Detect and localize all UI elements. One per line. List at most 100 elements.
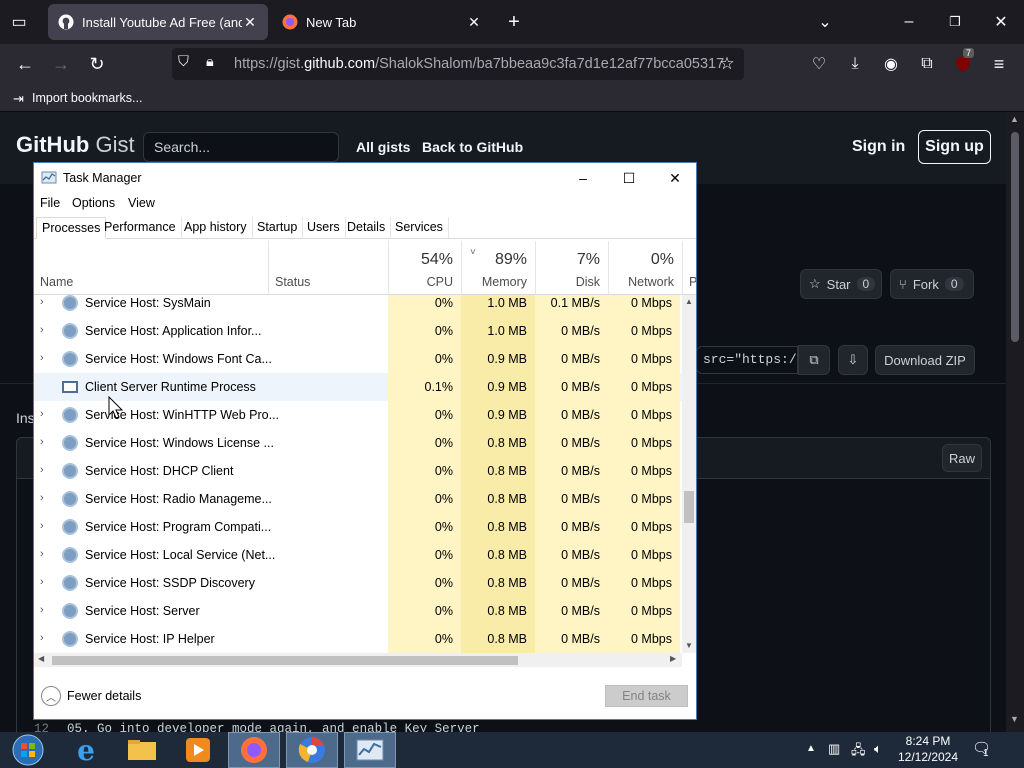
scroll-left-icon[interactable]: ◀ — [38, 654, 44, 663]
menu-file[interactable]: File — [40, 196, 60, 210]
column-disk[interactable]: 7% Disk — [535, 241, 608, 295]
tab-details[interactable]: Details — [342, 217, 392, 239]
chevron-right-icon[interactable]: › — [40, 408, 52, 422]
scroll-right-icon[interactable]: ▶ — [670, 654, 676, 663]
process-row[interactable]: › Service Host: Server 0% 0.8 MB 0 MB/s 0 Mbp… — [34, 597, 682, 625]
column-name[interactable]: Name — [40, 275, 73, 289]
tab-new-tab[interactable]: New Tab ✕ — [272, 4, 492, 40]
process-row[interactable]: › Service Host: Program Compati... 0% 0.8 M… — [34, 513, 682, 541]
column-cpu[interactable]: 54% CPU — [388, 241, 461, 295]
back-arrow-icon[interactable]: ← — [14, 53, 36, 75]
ublock-icon[interactable]: 7 — [952, 48, 975, 75]
chevron-right-icon[interactable]: › — [40, 492, 52, 506]
horizontal-scrollbar[interactable]: ◀ ▶ — [34, 653, 682, 667]
close-icon[interactable]: ✕ — [466, 14, 482, 31]
github-gist-logo[interactable]: GitHub Gist — [16, 132, 135, 158]
close-icon[interactable]: ✕ — [652, 163, 698, 193]
firefox-icon[interactable] — [228, 732, 280, 768]
chevron-right-icon[interactable]: › — [40, 604, 52, 618]
close-window-icon[interactable]: ✕ — [990, 12, 1012, 32]
horizontal-scrollbar-thumb[interactable] — [52, 656, 518, 665]
minimize-icon[interactable]: – — [560, 163, 606, 193]
scroll-down-icon[interactable]: ▼ — [685, 641, 693, 650]
sign-in-link[interactable]: Sign in — [852, 138, 905, 156]
system-clock[interactable]: 8:24 PM 12/12/2024 — [893, 733, 963, 767]
reload-icon[interactable]: ↻ — [86, 53, 108, 75]
tab-services[interactable]: Services — [390, 217, 449, 239]
column-memory[interactable]: ˅ 89% Memory — [461, 241, 535, 295]
tab-startup[interactable]: Startup — [252, 217, 304, 239]
process-row[interactable]: › Service Host: Radio Manageme... 0% 0.8 MB… — [34, 485, 682, 513]
column-network[interactable]: 0% Network — [608, 241, 682, 295]
copy-icon[interactable]: ⧉ — [798, 345, 830, 375]
url-bar[interactable]: ⛉ 🔒︎ https://gist. github.com/ShalokShalo… — [172, 48, 744, 80]
close-icon[interactable]: ✕ — [242, 14, 258, 31]
menu-view[interactable]: View — [128, 196, 155, 210]
tab-users[interactable]: Users — [302, 217, 346, 239]
start-orb-icon[interactable] — [0, 732, 56, 768]
scroll-up-icon[interactable]: ▲ — [1010, 114, 1019, 124]
network-icon[interactable]: 🖧︎ — [851, 741, 866, 763]
bookmark-star-icon[interactable]: ☆ — [716, 53, 738, 75]
internet-explorer-icon[interactable]: e — [60, 732, 112, 768]
process-row[interactable]: › Service Host: DHCP Client 0% 0.8 MB 0 MB/s… — [34, 457, 682, 485]
tab-processes[interactable]: Processes — [36, 217, 107, 239]
show-hidden-icons-icon[interactable]: ▲ — [806, 743, 816, 754]
tab-app-history[interactable]: App history — [179, 217, 253, 239]
lock-icon[interactable]: 🔒︎ — [206, 54, 214, 70]
process-list-scrollbar[interactable]: ▲ ▼ — [682, 295, 696, 653]
process-row[interactable]: › Service Host: SSDP Discovery 0% 0.8 MB 0 M… — [34, 569, 682, 597]
task-manager-icon[interactable] — [344, 732, 396, 768]
desktop-download-icon[interactable]: ⇩ — [838, 345, 868, 375]
process-row[interactable]: › Service Host: Windows Font Ca... 0% 0.9 M… — [34, 345, 682, 373]
pocket-icon[interactable]: ♡ — [808, 53, 830, 75]
process-row[interactable]: › Service Host: IP Helper 0% 0.8 MB 0 MB/s 0 … — [34, 625, 682, 653]
tab-overview-icon[interactable]: ▭ — [8, 12, 30, 32]
new-tab-icon[interactable]: + — [504, 11, 524, 33]
column-power[interactable]: P — [682, 241, 696, 295]
menu-options[interactable]: Options — [72, 196, 115, 210]
process-row[interactable]: › Service Host: Application Infor... 0% 1.0… — [34, 317, 682, 345]
chevron-down-icon[interactable]: ⌄ — [814, 12, 836, 32]
embed-code-input[interactable]: src="https:/ — [696, 346, 798, 374]
chevron-right-icon[interactable]: › — [40, 548, 52, 562]
shield-icon[interactable]: ⛉ — [178, 54, 189, 70]
chevron-up-icon[interactable]: ︿ — [41, 686, 61, 706]
chevron-right-icon[interactable]: › — [40, 436, 52, 450]
page-scrollbar[interactable]: ▲ ▼ — [1006, 112, 1024, 732]
forward-arrow-icon[interactable]: → — [50, 53, 72, 75]
media-player-icon[interactable] — [172, 732, 224, 768]
chevron-right-icon[interactable]: › — [40, 324, 52, 338]
fewer-details-link[interactable]: Fewer details — [67, 689, 141, 703]
extensions-icon[interactable]: ⧉ — [916, 53, 938, 75]
process-row[interactable]: Client Server Runtime Process 0.1% 0.9 MB 0… — [34, 373, 682, 401]
download-zip-button[interactable]: Download ZIP — [875, 345, 975, 375]
sign-up-button[interactable]: Sign up — [918, 130, 991, 164]
task-manager-titlebar[interactable]: Task Manager – ☐ ✕ — [34, 163, 696, 193]
chevron-right-icon[interactable]: › — [40, 632, 52, 646]
end-task-button[interactable]: End task — [605, 685, 688, 707]
restore-icon[interactable]: ❐ — [944, 12, 966, 32]
process-row[interactable]: › Service Host: WinHTTP Web Pro... 0% 0.9 M… — [34, 401, 682, 429]
action-center-icon[interactable]: ▥ — [828, 741, 840, 757]
chevron-right-icon[interactable]: › — [40, 296, 52, 310]
process-row[interactable]: › Service Host: SysMain 0% 1.0 MB 0.1 MB/s 0 … — [34, 295, 682, 317]
tab-gist[interactable]: Install Youtube Ad Free (and other ✕ — [48, 4, 268, 40]
scroll-down-icon[interactable]: ▼ — [1010, 714, 1019, 724]
star-button[interactable]: ☆ Star 0 — [800, 269, 882, 299]
chevron-right-icon[interactable]: › — [40, 576, 52, 590]
raw-button[interactable]: Raw — [942, 444, 982, 472]
scroll-up-icon[interactable]: ▲ — [685, 297, 693, 306]
process-row[interactable]: › Service Host: Local Service (Net... 0% 0.… — [34, 541, 682, 569]
account-icon[interactable]: ◉ — [880, 53, 902, 75]
file-explorer-icon[interactable] — [116, 732, 168, 768]
gist-search-input[interactable]: Search... — [143, 132, 339, 162]
process-row[interactable]: › Service Host: Windows License ... 0% 0.8 … — [34, 429, 682, 457]
all-gists-link[interactable]: All gists — [356, 139, 410, 155]
import-bookmarks-link[interactable]: Import bookmarks... — [32, 91, 142, 105]
chromium-icon[interactable] — [286, 732, 338, 768]
chevron-right-icon[interactable]: › — [40, 520, 52, 534]
fork-button[interactable]: ⑂ Fork 0 — [890, 269, 974, 299]
page-scrollbar-thumb[interactable] — [1011, 132, 1019, 342]
downloads-icon[interactable]: ⤓ — [844, 53, 866, 75]
